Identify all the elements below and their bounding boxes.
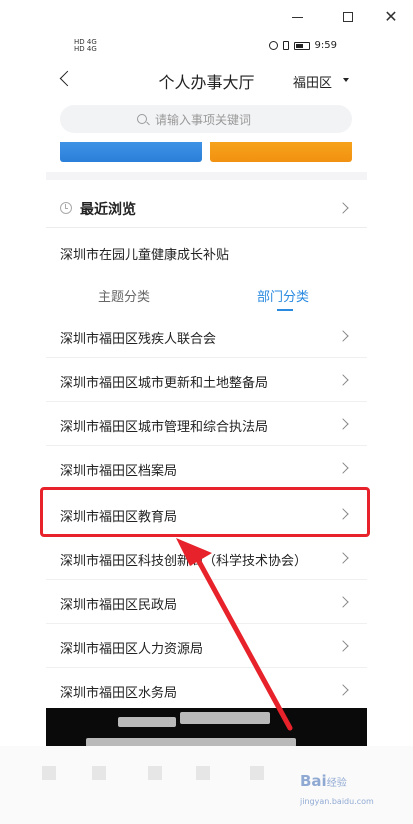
minimize-icon[interactable] [286,6,308,28]
recent-item[interactable]: 深圳市在园儿童健康成长补贴 [60,244,229,263]
department-item[interactable]: 深圳市福田区科技创新局（科学技术协会） [46,536,367,580]
banner-blue[interactable] [60,142,202,162]
mosaic-block [250,766,264,780]
department-item[interactable]: 深圳市福田区城市管理和综合执法局 [46,402,367,446]
dropdown-caret-icon[interactable] [343,78,349,82]
banner-row [46,142,367,172]
maximize-icon[interactable] [337,6,359,28]
active-tab-indicator [277,309,293,311]
mosaic-block [42,766,56,780]
watermark: Bai经验 jingyan.baidu.com [300,772,374,806]
department-item[interactable]: 深圳市福田区残疾人联合会 [46,314,367,358]
chevron-right-icon [337,684,349,696]
phone-screen: HD 4G HD 4G 9:59 个人办事大厅 福田区 请输入事项关键词 最近浏… [46,34,367,746]
mosaic-block [196,766,210,780]
chevron-right-icon [337,596,349,608]
department-item[interactable]: 深圳市福田区城市更新和土地整备局 [46,358,367,402]
department-item[interactable]: 深圳市福田区档案局 [46,446,367,490]
app-header: 个人办事大厅 福田区 [46,58,367,102]
search-icon [137,114,147,124]
clock-icon [60,202,72,214]
chevron-right-icon [337,374,349,386]
recent-header[interactable]: 最近浏览 [46,188,367,228]
content-card: 最近浏览 深圳市在园儿童健康成长补贴 主题分类 部门分类 深圳市福田区残疾人联合… [46,180,367,746]
category-tabs: 主题分类 部门分类 [46,280,367,314]
signal-indicators: HD 4G HD 4G [74,38,97,53]
smudge [118,717,176,727]
search-bar-area: 请输入事项关键词 [46,102,367,142]
department-item[interactable]: 深圳市福田区民政局 [46,580,367,624]
search-input[interactable]: 请输入事项关键词 [60,105,352,133]
highlight-box [40,487,370,537]
recent-label: 最近浏览 [80,202,136,218]
tab-theme[interactable]: 主题分类 [98,286,150,305]
chevron-right-icon [337,640,349,652]
status-bar: HD 4G HD 4G 9:59 [46,34,367,58]
vibrate-icon [282,41,289,50]
district-selector[interactable]: 福田区 [293,72,332,91]
chevron-right-icon [337,418,349,430]
chevron-right-icon [337,330,349,342]
alarm-icon [268,41,278,50]
status-time: 9:59 [314,40,337,51]
tab-department[interactable]: 部门分类 [257,286,309,305]
chevron-right-icon [337,462,349,474]
smudge [180,712,270,724]
mosaic-block [92,766,106,780]
department-item[interactable]: 深圳市福田区水务局 [46,668,367,712]
chevron-right-icon [337,552,349,564]
search-placeholder: 请输入事项关键词 [155,113,252,127]
mosaic-block [148,766,162,780]
close-icon[interactable]: ✕ [380,6,402,28]
banner-orange[interactable] [210,142,352,162]
department-item[interactable]: 深圳市福田区人力资源局 [46,624,367,668]
chevron-right-icon [337,202,349,214]
window-title-bar: ✕ [0,0,413,34]
battery-icon [293,41,310,50]
